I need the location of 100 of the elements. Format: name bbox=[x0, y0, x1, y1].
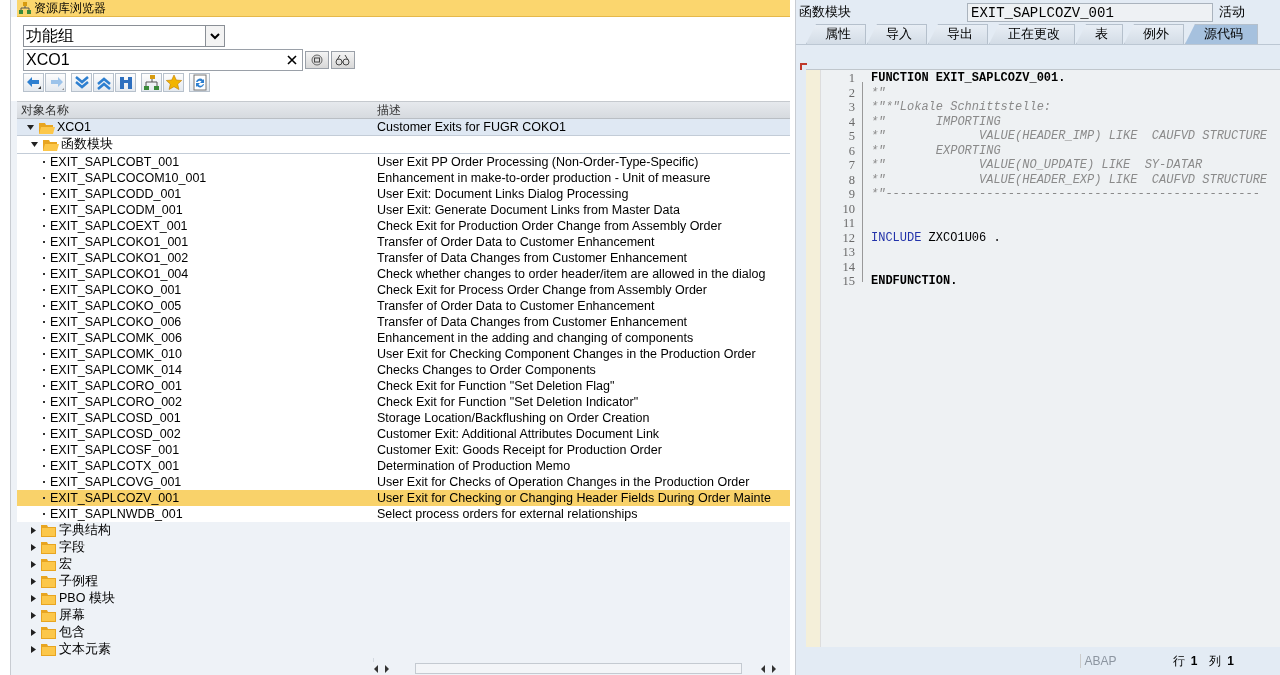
description-cell-text: Enhancement in make-to-order production - Unit of measure bbox=[376, 171, 711, 185]
status-label: 活动 bbox=[1219, 3, 1245, 21]
tab[interactable]: 属性 bbox=[806, 24, 866, 44]
tree-item-name[interactable]: EXIT_SAPLCOSF_001 bbox=[50, 443, 180, 457]
tree-item-name[interactable]: EXIT_SAPLCOSD_001 bbox=[50, 411, 181, 425]
tab[interactable]: 表 bbox=[1076, 24, 1123, 44]
tree-item-name[interactable]: EXIT_SAPLCOKO1_001 bbox=[50, 235, 189, 249]
hierarchy-button[interactable] bbox=[141, 73, 162, 92]
description-cell-text: Transfer of Order Data to Customer Enhancement bbox=[376, 235, 655, 249]
tab[interactable]: 导出 bbox=[928, 24, 988, 44]
line-number: 13 bbox=[841, 245, 855, 260]
tree-item-name[interactable]: EXIT_SAPLCOCOM10_001 bbox=[50, 171, 207, 185]
tree-item-name[interactable]: EXIT_SAPLCOEXT_001 bbox=[50, 219, 188, 233]
tree-item-name[interactable]: EXIT_SAPLCOMK_010 bbox=[50, 347, 182, 361]
expand-arrow-icon[interactable] bbox=[31, 527, 36, 534]
folder-icon bbox=[41, 609, 57, 622]
line-number: 15 bbox=[841, 274, 855, 289]
tree-item-name[interactable]: PBO 模块 bbox=[59, 590, 115, 607]
line-number: 2 bbox=[847, 85, 855, 100]
refresh-button[interactable] bbox=[189, 73, 210, 92]
tree-item-name[interactable]: EXIT_SAPLCORO_002 bbox=[50, 395, 182, 409]
tree-item-name[interactable]: 子例程 bbox=[59, 573, 98, 590]
folder-icon bbox=[39, 120, 55, 134]
function-module-field[interactable]: EXIT_SAPLCOZV_001 bbox=[967, 2, 1213, 22]
tree-item-name[interactable]: EXIT_SAPLCOBT_001 bbox=[50, 155, 180, 169]
expand-arrow-icon[interactable] bbox=[31, 578, 36, 585]
folder-icon bbox=[41, 643, 57, 656]
expand-arrow-icon[interactable] bbox=[31, 646, 36, 653]
tree-item-name[interactable]: EXIT_SAPLCOKO_006 bbox=[50, 315, 182, 329]
line-number: 10 bbox=[841, 201, 855, 216]
column-header[interactable]: 描述 bbox=[373, 101, 790, 119]
description-cell-text: Customer Exit: Additional Attributes Document Link bbox=[376, 427, 660, 441]
search-field[interactable]: XCO1 bbox=[23, 49, 303, 71]
description-cell-text: Transfer of Data Changes from Customer Enhancement bbox=[376, 315, 688, 329]
close-icon[interactable] bbox=[287, 55, 297, 65]
tab[interactable]: 导入 bbox=[867, 24, 927, 44]
tree-item-name[interactable]: XCO1 bbox=[57, 120, 92, 134]
tree-item-name[interactable]: EXIT_SAPLCOSD_002 bbox=[50, 427, 181, 441]
tree-item-name[interactable]: 字段 bbox=[59, 539, 85, 556]
tree-item-name[interactable]: EXIT_SAPLCOVG_001 bbox=[50, 475, 182, 489]
glasses-icon[interactable] bbox=[335, 54, 351, 66]
chevron-down-icon[interactable] bbox=[210, 32, 220, 40]
tree-item-name[interactable]: EXIT_SAPLCOKO_001 bbox=[50, 283, 182, 297]
expand-down-button[interactable] bbox=[71, 73, 92, 92]
tree-item-name[interactable]: 函数模块 bbox=[61, 136, 113, 153]
tree-item-name[interactable]: EXIT_SAPLCOKO_005 bbox=[50, 299, 182, 313]
tree-item-name[interactable]: EXIT_SAPLCOKO1_004 bbox=[50, 267, 189, 281]
expand-arrow-icon[interactable] bbox=[31, 544, 36, 551]
line-number: 3 bbox=[847, 100, 855, 115]
tree-item-name[interactable]: EXIT_SAPLCORO_001 bbox=[50, 379, 182, 393]
left-arrow-button[interactable] bbox=[23, 73, 44, 92]
star-button[interactable] bbox=[163, 73, 184, 92]
description-cell-text: Check Exit for Process Order Change from Assembly Order bbox=[376, 283, 707, 297]
column-header[interactable]: 对象名称 bbox=[17, 101, 373, 119]
tab[interactable]: 例外 bbox=[1124, 24, 1184, 44]
tree-item-name[interactable]: EXIT_SAPLCODD_001 bbox=[50, 187, 182, 201]
row-value: 1 bbox=[1190, 654, 1198, 668]
tree-item-name[interactable]: EXIT_SAPLCOZV_001 bbox=[50, 491, 180, 505]
line-number: 7 bbox=[847, 158, 855, 173]
tree-item-name[interactable]: EXIT_SAPLCODM_001 bbox=[50, 203, 183, 217]
tree-item-name[interactable]: 宏 bbox=[59, 556, 72, 573]
language-label: ABAP bbox=[1079, 654, 1117, 668]
folder-icon bbox=[41, 541, 57, 554]
tree-item-name[interactable]: EXIT_SAPLCOTX_001 bbox=[50, 459, 180, 473]
description-cell-text: User Exit: Document Links Dialog Processing bbox=[376, 187, 629, 201]
code-line: *"*"Lokale Schnittstelle: bbox=[871, 100, 1052, 114]
collapse-up-button[interactable] bbox=[93, 73, 114, 92]
description-cell-text: Checks Changes to Order Components bbox=[376, 363, 596, 377]
tree-item-name[interactable]: 屏幕 bbox=[59, 607, 85, 624]
tab[interactable]: 正在更改 bbox=[989, 24, 1075, 44]
tree-item-name[interactable]: EXIT_SAPLCOMK_014 bbox=[50, 363, 182, 377]
tree-item-name[interactable]: 字典结构 bbox=[59, 522, 111, 539]
tree-item-name[interactable]: EXIT_SAPLCOMK_006 bbox=[50, 331, 182, 345]
tree-item-name[interactable]: EXIT_SAPLNWDB_001 bbox=[50, 507, 183, 521]
folder-icon bbox=[41, 626, 57, 639]
tab[interactable]: 源代码 bbox=[1185, 24, 1258, 44]
tree-item-name[interactable]: 包含 bbox=[59, 624, 85, 641]
description-cell-text: User Exit for Checks of Operation Changes in the Production Order bbox=[376, 475, 750, 489]
expand-arrow-icon[interactable] bbox=[31, 629, 36, 636]
glasses-button[interactable] bbox=[331, 51, 355, 69]
line-number: 14 bbox=[841, 259, 855, 274]
object-type-dropdown[interactable]: 功能组 bbox=[23, 25, 225, 47]
description-cell-text: Customer Exit: Goods Receipt for Production Order bbox=[376, 443, 662, 457]
collapse-arrow-icon[interactable] bbox=[31, 142, 38, 147]
description-cell-text: Storage Location/Backflushing on Order Creation bbox=[376, 411, 650, 425]
line-number: 9 bbox=[847, 187, 855, 202]
expand-arrow-icon[interactable] bbox=[31, 612, 36, 619]
tree-item-name[interactable]: 文本元素 bbox=[59, 641, 111, 658]
window-icon[interactable] bbox=[311, 54, 323, 66]
horizontal-scrollbar[interactable] bbox=[415, 663, 742, 674]
collapse-arrow-icon[interactable] bbox=[27, 124, 34, 130]
description-cell-text: User Exit for Checking Component Changes in the Production Order bbox=[376, 347, 756, 361]
line-number: 11 bbox=[841, 216, 855, 231]
expand-arrow-icon[interactable] bbox=[31, 561, 36, 568]
field-label: 函数模块 bbox=[799, 3, 852, 21]
tree-item-name[interactable]: EXIT_SAPLCOKO1_002 bbox=[50, 251, 189, 265]
description-cell-text: Check Exit for Function "Set Deletion Indicator" bbox=[376, 395, 639, 409]
expand-arrow-icon[interactable] bbox=[31, 595, 36, 602]
code-line: INCLUDE ZXCO1U06 . bbox=[871, 230, 1001, 245]
code-line: FUNCTION EXIT_SAPLCOZV_001. bbox=[871, 71, 1066, 85]
